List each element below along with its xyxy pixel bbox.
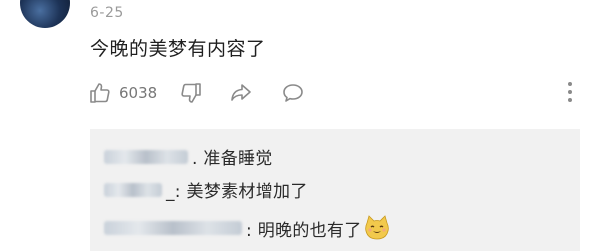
reply-text: _: 美梦素材增加了 <box>166 182 308 202</box>
dislike-button[interactable] <box>179 81 203 105</box>
thumbs-down-icon <box>181 83 201 103</box>
reply-text: : 明晚的也有了 <box>246 220 362 241</box>
blurred-username <box>104 149 188 164</box>
comment-actions: 6038 <box>88 80 305 106</box>
like-button[interactable]: 6038 <box>88 81 179 105</box>
share-button[interactable] <box>229 81 253 105</box>
replies-panel[interactable]: . 准备睡觉 _: 美梦素材增加了 : 明晚的也有了 <box>90 129 580 251</box>
speech-bubble-icon <box>283 84 303 102</box>
reply-button[interactable] <box>281 81 305 105</box>
comment-date: 6-25 <box>90 5 124 21</box>
blurred-username <box>104 182 162 197</box>
cat-face-emoji-icon <box>364 215 389 240</box>
more-vertical-icon[interactable] <box>568 82 572 102</box>
reply-text: . 准备睡觉 <box>192 149 273 169</box>
thumbs-up-icon <box>90 83 110 103</box>
comment-text: 今晚的美梦有内容了 <box>90 38 266 60</box>
reply-item[interactable]: : 明晚的也有了 <box>104 215 390 241</box>
reply-item[interactable]: . 准备睡觉 <box>104 144 273 169</box>
reply-item[interactable]: _: 美梦素材增加了 <box>104 177 308 202</box>
blurred-username <box>104 221 242 235</box>
user-avatar[interactable] <box>20 0 70 28</box>
share-arrow-icon <box>231 84 251 101</box>
like-count: 6038 <box>119 84 158 102</box>
